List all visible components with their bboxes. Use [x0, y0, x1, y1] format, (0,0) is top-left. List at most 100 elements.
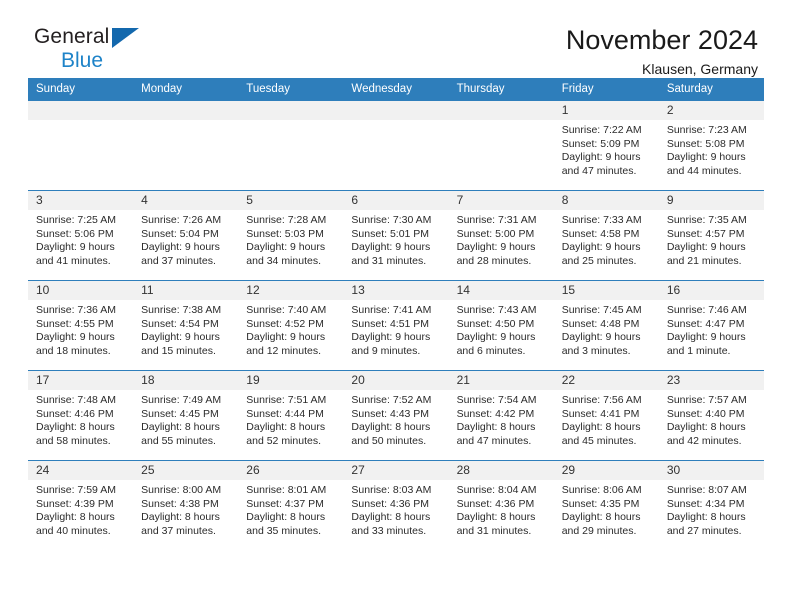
calendar-day-cell[interactable]: 13 Sunrise: 7:41 AM Sunset: 4:51 PM Dayligh… [343, 280, 449, 371]
calendar-day-cell[interactable]: 1 Sunrise: 7:22 AM Sunset: 5:09 PM Daylight… [553, 100, 659, 191]
daylight-text-line2: and 9 minutes. [351, 344, 421, 357]
calendar-day-cell[interactable]: 12 Sunrise: 7:40 AM Sunset: 4:52 PM Dayligh… [238, 280, 344, 371]
day-details: Sunrise: 7:22 AM Sunset: 5:09 PM Daylight:… [554, 120, 659, 178]
calendar-day-cell[interactable]: 20 Sunrise: 7:52 AM Sunset: 4:43 PM Dayligh… [343, 370, 449, 461]
day-details: Sunrise: 7:26 AM Sunset: 5:04 PM Daylight:… [133, 210, 238, 268]
weekday-header-monday: Monday [133, 78, 239, 101]
sunset-text: Sunset: 5:03 PM [246, 227, 324, 240]
daylight-text-line1: Daylight: 9 hours [666, 331, 746, 344]
sunset-text: Sunset: 4:45 PM [141, 407, 219, 420]
daylight-text-line2: and 37 minutes. [141, 254, 216, 267]
weekday-header-friday: Friday [553, 78, 659, 101]
daylight-text-line2: and 35 minutes. [246, 524, 321, 537]
sunset-text: Sunset: 5:01 PM [351, 227, 430, 240]
day-details: Sunrise: 7:54 AM Sunset: 4:42 PM Daylight:… [449, 390, 554, 448]
daylight-text-line2: and 58 minutes. [36, 434, 111, 447]
day-details: Sunrise: 7:23 AM Sunset: 5:08 PM Daylight:… [659, 120, 764, 178]
calendar-day-cell[interactable]: 2 Sunrise: 7:23 AM Sunset: 5:08 PM Daylight… [658, 100, 764, 191]
daylight-text-line2: and 40 minutes. [36, 524, 111, 537]
sunrise-text: Sunrise: 7:38 AM [141, 304, 222, 316]
daylight-text-line1: Daylight: 8 hours [666, 421, 746, 434]
daylight-text-line1: Daylight: 9 hours [246, 241, 326, 254]
calendar-week-row: 24 Sunrise: 7:59 AM Sunset: 4:39 PM Dayligh… [28, 460, 764, 551]
sunset-text: Sunset: 4:54 PM [141, 317, 219, 330]
calendar-day-cell-empty [238, 100, 344, 191]
calendar-day-cell[interactable]: 26 Sunrise: 8:01 AM Sunset: 4:37 PM Dayligh… [238, 460, 344, 551]
day-number: 26 [238, 461, 344, 480]
calendar-day-cell[interactable]: 18 Sunrise: 7:49 AM Sunset: 4:45 PM Dayligh… [133, 370, 239, 461]
sunrise-text: Sunrise: 7:41 AM [351, 304, 432, 316]
calendar-day-cell[interactable]: 4 Sunrise: 7:26 AM Sunset: 5:04 PM Daylight… [133, 190, 239, 281]
calendar-day-cell[interactable]: 5 Sunrise: 7:28 AM Sunset: 5:03 PM Daylight… [238, 190, 344, 281]
calendar-day-cell[interactable]: 3 Sunrise: 7:25 AM Sunset: 5:06 PM Daylight… [28, 190, 134, 281]
weekday-header-thursday: Thursday [448, 78, 554, 101]
daylight-text-line1: Daylight: 8 hours [36, 511, 115, 524]
daylight-text-line1: Daylight: 9 hours [36, 331, 115, 344]
sunset-text: Sunset: 5:00 PM [456, 227, 535, 240]
daylight-text-line2: and 27 minutes. [666, 524, 742, 537]
sunset-text: Sunset: 4:58 PM [561, 227, 640, 240]
daylight-text-line2: and 28 minutes. [456, 254, 532, 267]
calendar-day-cell[interactable]: 17 Sunrise: 7:48 AM Sunset: 4:46 PM Dayligh… [28, 370, 134, 461]
calendar-day-cell[interactable]: 29 Sunrise: 8:06 AM Sunset: 4:35 PM Dayligh… [553, 460, 659, 551]
daylight-text-line2: and 55 minutes. [141, 434, 216, 447]
calendar-day-cell-empty [28, 100, 134, 191]
sunrise-text: Sunrise: 7:22 AM [561, 124, 642, 136]
logo-text-blue: Blue [61, 49, 104, 72]
daylight-text-line2: and 31 minutes. [351, 254, 427, 267]
calendar-day-cell[interactable]: 24 Sunrise: 7:59 AM Sunset: 4:39 PM Dayligh… [28, 460, 134, 551]
daylight-text-line1: Daylight: 8 hours [246, 511, 326, 524]
daylight-text-line2: and 42 minutes. [666, 434, 742, 447]
weekday-header-sunday: Sunday [28, 78, 134, 101]
calendar-day-cell[interactable]: 14 Sunrise: 7:43 AM Sunset: 4:50 PM Dayligh… [448, 280, 554, 371]
calendar-day-cell[interactable]: 16 Sunrise: 7:46 AM Sunset: 4:47 PM Dayligh… [658, 280, 764, 371]
day-details: Sunrise: 7:25 AM Sunset: 5:06 PM Daylight:… [28, 210, 133, 268]
calendar-day-cell[interactable]: 15 Sunrise: 7:45 AM Sunset: 4:48 PM Dayligh… [553, 280, 659, 371]
calendar-day-cell[interactable]: 22 Sunrise: 7:56 AM Sunset: 4:41 PM Dayligh… [553, 370, 659, 461]
daylight-text-line2: and 37 minutes. [141, 524, 216, 537]
sunset-text: Sunset: 4:39 PM [36, 497, 114, 510]
day-number: 9 [658, 191, 764, 210]
calendar-day-cell[interactable]: 30 Sunrise: 8:07 AM Sunset: 4:34 PM Dayligh… [658, 460, 764, 551]
sunrise-text: Sunrise: 7:49 AM [141, 394, 222, 406]
daylight-text-line1: Daylight: 9 hours [561, 151, 641, 164]
daylight-text-line2: and 50 minutes. [351, 434, 427, 447]
calendar-day-cell[interactable]: 27 Sunrise: 8:03 AM Sunset: 4:36 PM Dayligh… [343, 460, 449, 551]
daylight-text-line1: Daylight: 8 hours [666, 511, 746, 524]
calendar-day-cell[interactable]: 8 Sunrise: 7:33 AM Sunset: 4:58 PM Daylight… [553, 190, 659, 281]
calendar-day-cell[interactable]: 11 Sunrise: 7:38 AM Sunset: 4:54 PM Dayligh… [133, 280, 239, 371]
sunset-text: Sunset: 4:51 PM [351, 317, 430, 330]
calendar-day-cell[interactable]: 19 Sunrise: 7:51 AM Sunset: 4:44 PM Dayligh… [238, 370, 344, 461]
day-number: 12 [238, 281, 344, 300]
calendar-day-cell[interactable]: 28 Sunrise: 8:04 AM Sunset: 4:36 PM Dayligh… [448, 460, 554, 551]
day-number: 22 [553, 371, 659, 390]
day-number: 6 [343, 191, 449, 210]
day-number: 13 [343, 281, 449, 300]
day-details: Sunrise: 7:56 AM Sunset: 4:41 PM Daylight:… [554, 390, 659, 448]
day-number: 20 [343, 371, 449, 390]
day-number [28, 101, 134, 120]
sunrise-text: Sunrise: 7:57 AM [666, 394, 747, 406]
calendar-day-cell[interactable]: 7 Sunrise: 7:31 AM Sunset: 5:00 PM Daylight… [448, 190, 554, 281]
calendar-day-cell[interactable]: 9 Sunrise: 7:35 AM Sunset: 4:57 PM Daylight… [658, 190, 764, 281]
daylight-text-line1: Daylight: 9 hours [141, 331, 220, 344]
calendar-day-cell[interactable]: 10 Sunrise: 7:36 AM Sunset: 4:55 PM Dayligh… [28, 280, 134, 371]
day-details: Sunrise: 7:38 AM Sunset: 4:54 PM Daylight:… [133, 300, 238, 358]
calendar-body: 1 Sunrise: 7:22 AM Sunset: 5:09 PM Daylight… [28, 100, 764, 551]
day-number: 11 [133, 281, 239, 300]
logo[interactable]: General Blue [28, 26, 164, 76]
daylight-text-line1: Daylight: 9 hours [141, 241, 220, 254]
weekday-header-wednesday: Wednesday [343, 78, 449, 101]
calendar-day-cell-empty [133, 100, 239, 191]
day-number: 18 [133, 371, 239, 390]
daylight-text-line1: Daylight: 8 hours [141, 511, 220, 524]
sunrise-text: Sunrise: 7:30 AM [351, 214, 432, 226]
calendar-day-cell-empty [448, 100, 554, 191]
calendar-day-cell[interactable]: 6 Sunrise: 7:30 AM Sunset: 5:01 PM Daylight… [343, 190, 449, 281]
calendar-day-cell[interactable]: 23 Sunrise: 7:57 AM Sunset: 4:40 PM Dayligh… [658, 370, 764, 461]
day-number: 28 [448, 461, 554, 480]
daylight-text-line1: Daylight: 8 hours [456, 511, 536, 524]
calendar-day-cell[interactable]: 25 Sunrise: 8:00 AM Sunset: 4:38 PM Dayligh… [133, 460, 239, 551]
sunrise-text: Sunrise: 7:25 AM [36, 214, 116, 226]
calendar-day-cell[interactable]: 21 Sunrise: 7:54 AM Sunset: 4:42 PM Dayligh… [448, 370, 554, 461]
